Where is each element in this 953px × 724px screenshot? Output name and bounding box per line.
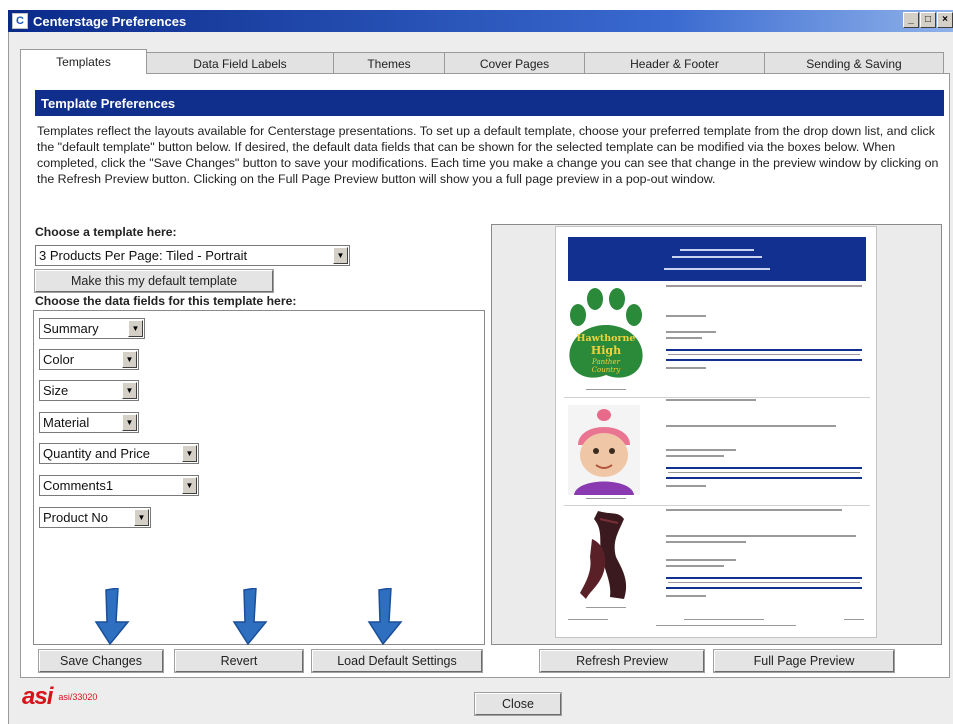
revert-button[interactable]: Revert [175,650,303,672]
tab-label: Sending & Saving [806,56,902,71]
logo-text: High [591,344,621,357]
logo-text: Country [592,366,622,374]
arrow-down-icon [367,588,403,646]
field-select-value: Size [43,383,69,398]
title-bar: C Centerstage Preferences _ □ × [8,10,953,32]
make-default-template-button[interactable]: Make this my default template [35,270,273,292]
preview-page-header [568,237,866,281]
window-controls: _ □ × [903,12,953,28]
tab-label: Cover Pages [479,56,550,71]
app-icon: C [12,13,28,29]
field-select-summary[interactable]: Summary ▼ [39,318,145,339]
field-select-value: Comments1 [43,478,114,493]
chevron-down-icon[interactable]: ▼ [134,509,149,526]
baby-hat-product-image [568,405,640,495]
chevron-down-icon[interactable]: ▼ [128,320,143,337]
tab-templates[interactable]: Templates [20,49,147,74]
chevron-down-icon[interactable]: ▼ [122,351,137,368]
field-select-product-no[interactable]: Product No ▼ [39,507,151,528]
scarf-product-image [580,511,627,599]
refresh-preview-button[interactable]: Refresh Preview [540,650,704,672]
field-select-value: Quantity and Price [43,446,150,461]
save-changes-button[interactable]: Save Changes [39,650,163,672]
tab-label: Themes [367,56,411,71]
asi-logo: asi asi/33020 [22,683,98,710]
section-title: Template Preferences [35,90,944,116]
logo-text: Hawthorne [577,333,636,344]
arrow-down-icon [232,588,268,646]
tab-sending-saving[interactable]: Sending & Saving [764,52,944,74]
choose-template-label: Choose a template here: [35,225,177,239]
load-default-settings-button[interactable]: Load Default Settings [312,650,482,672]
tab-label: Templates [56,55,111,69]
field-select-value: Color [43,352,75,367]
field-select-value: Summary [43,321,99,336]
field-select-material[interactable]: Material ▼ [39,412,139,433]
logo-text: Panther [591,358,621,366]
template-select[interactable]: 3 Products Per Page: Tiled - Portrait ▼ [35,245,350,266]
choose-fields-label: Choose the data fields for this template… [35,294,297,308]
chevron-down-icon[interactable]: ▼ [182,477,197,494]
preview-page: Hawthorne High Panther Country [555,226,877,638]
field-select-quantity-price[interactable]: Quantity and Price ▼ [39,443,199,464]
tab-cover-pages[interactable]: Cover Pages [444,52,585,74]
tab-label: Data Field Labels [193,56,287,71]
close-button[interactable]: Close [475,693,561,715]
window-title: Centerstage Preferences [33,13,187,29]
field-select-color[interactable]: Color ▼ [39,349,139,370]
chevron-down-icon[interactable]: ▼ [333,247,348,264]
full-page-preview-button[interactable]: Full Page Preview [714,650,894,672]
asi-code: asi/33020 [58,692,98,702]
tab-label: Header & Footer [630,56,719,71]
paw-print-product-image: Hawthorne High Panther Country [569,288,643,378]
field-select-comments1[interactable]: Comments1 ▼ [39,475,199,496]
chevron-down-icon[interactable]: ▼ [122,414,137,431]
chevron-down-icon[interactable]: ▼ [182,445,197,462]
maximize-button[interactable]: □ [920,12,936,28]
tab-bar: Templates Data Field Labels Themes Cover… [20,49,944,74]
arrow-down-icon [94,588,130,646]
tab-themes[interactable]: Themes [333,52,445,74]
close-window-button[interactable]: × [937,12,953,28]
minimize-button[interactable]: _ [903,12,919,28]
template-select-value: 3 Products Per Page: Tiled - Portrait [39,248,248,263]
tab-data-field-labels[interactable]: Data Field Labels [146,52,334,74]
field-select-value: Product No [43,510,109,525]
section-description: Templates reflect the layouts available … [37,124,939,186]
asi-logo-mark: asi [22,683,53,710]
tab-header-footer[interactable]: Header & Footer [584,52,765,74]
chevron-down-icon[interactable]: ▼ [122,382,137,399]
field-select-value: Material [43,415,90,430]
field-select-size[interactable]: Size ▼ [39,380,139,401]
